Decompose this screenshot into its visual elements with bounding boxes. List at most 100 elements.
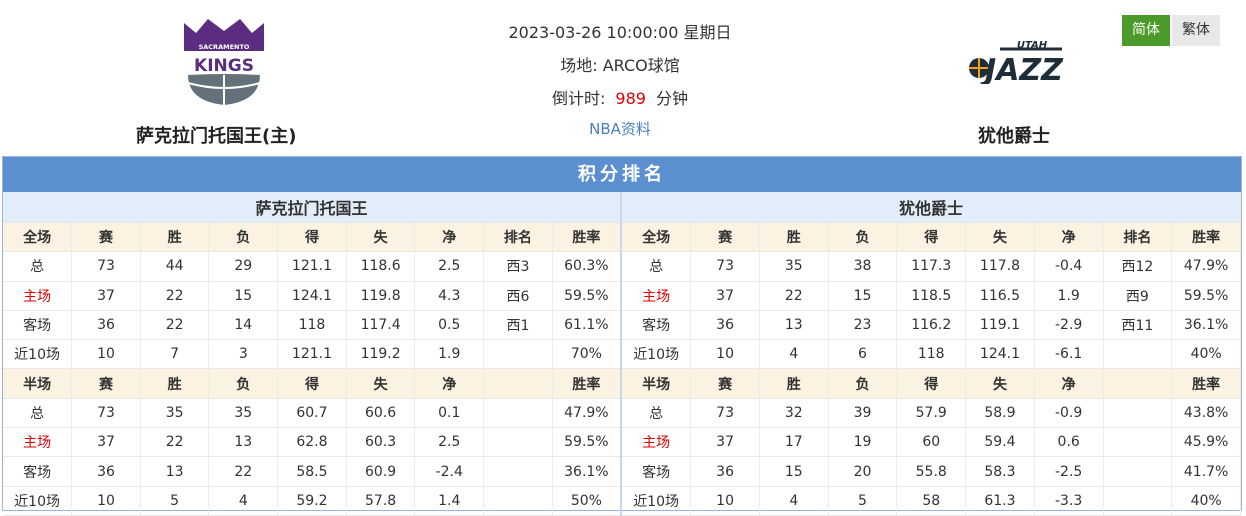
home-team-name: 萨克拉门托国王(主) bbox=[136, 126, 297, 147]
table-cell: 负 bbox=[208, 222, 279, 253]
table-cell: 全场 bbox=[622, 222, 692, 253]
table-cell: 总 bbox=[3, 398, 73, 429]
table-cell: 44 bbox=[140, 251, 210, 282]
table-cell: 23 bbox=[828, 310, 898, 341]
table-row: 总 73 44 29 121.1 118.6 2.5 西3 60.3% bbox=[3, 251, 622, 282]
team-header-cell: 犹他爵士 bbox=[622, 192, 1241, 223]
table-cell: 118 bbox=[277, 310, 347, 341]
table-cell: 124.1 bbox=[965, 339, 1035, 370]
table-row: 近10场 10 5 4 59.2 57.8 1.4 50% bbox=[3, 486, 622, 516]
table-cell bbox=[1103, 339, 1173, 370]
table-cell: -2.5 bbox=[1034, 456, 1104, 487]
table-header-row: 半场赛胜负得失净 胜率 bbox=[622, 368, 1241, 399]
table-cell: 胜率 bbox=[1171, 368, 1241, 399]
table-cell: 胜 bbox=[140, 222, 210, 253]
table-cell bbox=[483, 398, 553, 429]
table-cell: 45.9% bbox=[1171, 427, 1241, 458]
table-cell: 西6 bbox=[483, 281, 553, 311]
table-cell: 净 bbox=[414, 222, 485, 253]
table-cell: 净 bbox=[1034, 368, 1104, 399]
table-cell: 119.2 bbox=[346, 339, 416, 370]
table-cell: 37 bbox=[690, 427, 760, 458]
table-cell: 胜率 bbox=[1171, 222, 1241, 253]
table-cell: 58 bbox=[896, 486, 967, 516]
table-cell: 40% bbox=[1171, 486, 1241, 516]
table-cell bbox=[1103, 368, 1173, 399]
table-cell: 净 bbox=[414, 368, 485, 399]
table-cell: 赛 bbox=[690, 222, 760, 253]
table-cell: 20 bbox=[828, 456, 898, 487]
table-cell: 59.2 bbox=[277, 486, 347, 516]
table-cell: 1.9 bbox=[1034, 281, 1104, 311]
table-cell: 41.7% bbox=[1171, 456, 1241, 487]
table-cell: 近10场 bbox=[622, 339, 692, 370]
table-cell: 全场 bbox=[3, 222, 73, 253]
table-cell: 60.3% bbox=[552, 251, 622, 282]
table-cell: 118.5 bbox=[896, 281, 967, 311]
table-cell: 36.1% bbox=[552, 456, 622, 487]
table-cell: 22 bbox=[140, 427, 210, 458]
table-cell: 主场 bbox=[3, 427, 73, 458]
table-cell: 4 bbox=[208, 486, 279, 516]
table-cell bbox=[1103, 486, 1173, 516]
table-cell: 62.8 bbox=[277, 427, 347, 458]
table-cell: 得 bbox=[277, 368, 347, 399]
venue: 场地: ARCO球馆 bbox=[470, 52, 770, 76]
table-cell: 22 bbox=[140, 281, 210, 311]
match-datetime: 2023-03-26 10:00:00 星期日 bbox=[508, 23, 732, 42]
away-team-name: 犹他爵士 bbox=[978, 126, 1050, 147]
table-cell: 客场 bbox=[622, 456, 692, 487]
table-cell: 10 bbox=[690, 339, 760, 370]
table-cell: 半场 bbox=[622, 368, 692, 399]
table-cell: 32 bbox=[759, 398, 829, 429]
table-cell bbox=[483, 339, 553, 370]
table-cell: 13 bbox=[759, 310, 829, 341]
table-cell bbox=[1103, 456, 1173, 487]
table-cell: 36 bbox=[71, 310, 141, 341]
table-row: 总 73 32 39 57.9 58.9 -0.9 43.8% bbox=[622, 398, 1241, 429]
table-cell: 47.9% bbox=[552, 398, 622, 429]
table-cell: 119.1 bbox=[965, 310, 1035, 341]
table-cell: 排名 bbox=[483, 222, 553, 253]
standings-tables: 萨克拉门托国王 全场赛胜负得失净排名 胜率总 73 44 29 121.1 118.6 2.5 西… bbox=[3, 192, 1241, 516]
table-cell: 47.9% bbox=[1171, 251, 1241, 282]
traditional-chinese-button[interactable]: 繁体 bbox=[1172, 15, 1220, 46]
table-cell: 60.7 bbox=[277, 398, 347, 429]
table-cell: -3.3 bbox=[1034, 486, 1104, 516]
table-cell: 37 bbox=[71, 427, 141, 458]
table-cell: 118 bbox=[896, 339, 967, 370]
table-cell: 61.1% bbox=[552, 310, 622, 341]
table-cell: 净 bbox=[1034, 222, 1104, 253]
table-row: 主场 37 22 15 118.5 116.5 1.9 西9 59.5% bbox=[622, 281, 1241, 311]
table-cell: 主场 bbox=[3, 281, 73, 311]
team-header-cell: 萨克拉门托国王 bbox=[3, 192, 622, 223]
table-cell: 59.4 bbox=[965, 427, 1035, 458]
table-cell: 负 bbox=[828, 222, 898, 253]
table-cell: 73 bbox=[71, 251, 141, 282]
table-header-row: 半场赛胜负得失净 胜率 bbox=[3, 368, 622, 399]
table-cell: 22 bbox=[759, 281, 829, 311]
table-cell: 36.1% bbox=[1171, 310, 1241, 341]
table-cell: 60 bbox=[896, 427, 967, 458]
table-row: 近10场 10 4 5 58 61.3 -3.3 40% bbox=[622, 486, 1241, 516]
nba-info-link[interactable]: NBA资料 bbox=[470, 118, 770, 139]
table-cell: 58.5 bbox=[277, 456, 347, 487]
table-cell: 2.5 bbox=[414, 251, 485, 282]
table-cell: 116.2 bbox=[896, 310, 967, 341]
table-cell: 客场 bbox=[3, 310, 73, 341]
table-cell: 胜率 bbox=[552, 222, 622, 253]
table-cell: -6.1 bbox=[1034, 339, 1104, 370]
table-cell: 73 bbox=[71, 398, 141, 429]
simplified-chinese-button[interactable]: 简体 bbox=[1122, 15, 1170, 46]
team-header-row: 犹他爵士 bbox=[622, 192, 1241, 223]
table-cell: 西3 bbox=[483, 251, 553, 282]
table-cell: 主场 bbox=[622, 427, 692, 458]
table-cell bbox=[483, 368, 553, 399]
table-row: 客场 36 13 22 58.5 60.9 -2.4 36.1% bbox=[3, 456, 622, 487]
table-cell: 15 bbox=[759, 456, 829, 487]
countdown-label: 倒计时: bbox=[552, 89, 606, 108]
table-cell: 3 bbox=[208, 339, 279, 370]
table-cell: 61.3 bbox=[965, 486, 1035, 516]
table-cell: 124.1 bbox=[277, 281, 347, 311]
table-cell: 57.9 bbox=[896, 398, 967, 429]
